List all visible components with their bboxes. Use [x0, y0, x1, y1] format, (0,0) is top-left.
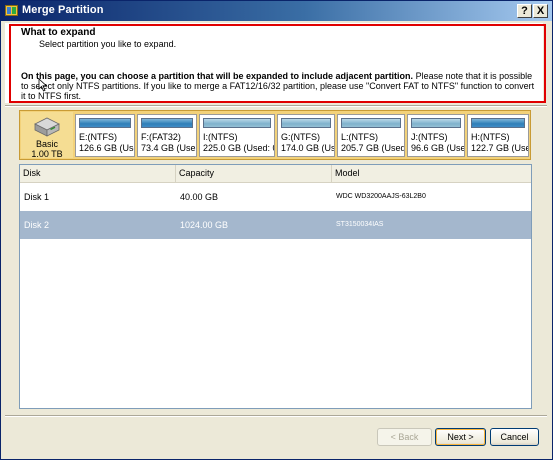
partition-size: 122.7 GB (Use [471, 143, 529, 153]
merge-partition-dialog: Merge Partition ? X What to expand Selec… [0, 0, 553, 460]
disk-size-label: 1.00 TB [31, 149, 63, 159]
hard-disk-icon [34, 117, 60, 137]
partition-usage-bar [141, 118, 193, 128]
partition-l[interactable]: L:(NTFS) 205.7 GB (Used [337, 114, 405, 157]
partition-name: H:(NTFS) [471, 132, 510, 142]
partition-size: 96.6 GB (Use [411, 143, 465, 153]
partition-usage-bar [341, 118, 401, 128]
partition-name: L:(NTFS) [341, 132, 378, 142]
mouse-cursor-icon [38, 78, 48, 92]
cell-disk: Disk 2 [24, 220, 50, 230]
cell-capacity: 1024.00 GB [180, 220, 229, 230]
cell-model: ST3150034IAS [336, 221, 384, 228]
cell-disk: Disk 1 [24, 192, 50, 202]
table-row-disk-1[interactable]: Disk 1 40.00 GB WDC WD3200AAJS-63L2B0 [20, 183, 531, 211]
table-header: Disk Capacity Model [20, 165, 531, 183]
column-header-capacity[interactable]: Capacity [176, 165, 332, 182]
header-separator [5, 105, 547, 107]
partition-size: 174.0 GB (Use [281, 143, 335, 153]
partition-e[interactable]: E:(NTFS) 126.6 GB (Use [75, 114, 135, 157]
app-icon [5, 5, 18, 16]
back-button[interactable]: < Back [377, 428, 432, 446]
disk-map: Basic 1.00 TB E:(NTFS) 126.6 GB (Use F:(… [19, 110, 531, 160]
column-header-model[interactable]: Model [332, 165, 531, 182]
partition-j[interactable]: J:(NTFS) 96.6 GB (Use [407, 114, 465, 157]
column-header-disk[interactable]: Disk [20, 165, 176, 182]
footer-separator [5, 415, 547, 417]
partition-g[interactable]: G:(NTFS) 174.0 GB (Use [277, 114, 335, 157]
partition-name: J:(NTFS) [411, 132, 448, 142]
disk-table[interactable]: Disk Capacity Model Disk 1 40.00 GB WDC … [19, 164, 532, 409]
partition-i[interactable]: I:(NTFS) 225.0 GB (Used: 0 [199, 114, 275, 157]
partition-f[interactable]: F:(FAT32) 73.4 GB (Use [137, 114, 197, 157]
next-button[interactable]: Next > [435, 428, 486, 446]
disk-basic-block[interactable]: Basic 1.00 TB [21, 112, 73, 159]
partition-size: 126.6 GB (Use [79, 143, 135, 153]
partition-h[interactable]: H:(NTFS) 122.7 GB (Use [467, 114, 529, 157]
partition-size: 73.4 GB (Use [141, 143, 196, 153]
highlight-frame [9, 24, 546, 103]
partition-size: 225.0 GB (Used: 0 [203, 143, 275, 153]
cancel-button[interactable]: Cancel [490, 428, 539, 446]
partition-name: I:(NTFS) [203, 132, 238, 142]
title-bar[interactable]: Merge Partition ? X [1, 1, 552, 21]
disk-type-label: Basic [35, 139, 58, 149]
window-title: Merge Partition [22, 4, 104, 16]
partition-usage-bar [471, 118, 525, 128]
partition-size: 205.7 GB (Used [341, 143, 405, 153]
partition-usage-bar [79, 118, 131, 128]
partition-usage-bar [281, 118, 331, 128]
partition-name: F:(FAT32) [141, 132, 181, 142]
partition-usage-bar [203, 118, 271, 128]
table-row-disk-2[interactable]: Disk 2 1024.00 GB ST3150034IAS [20, 211, 531, 239]
close-button[interactable]: X [533, 4, 548, 18]
partition-usage-bar [411, 118, 461, 128]
partition-name: G:(NTFS) [281, 132, 320, 142]
help-button[interactable]: ? [517, 4, 532, 18]
partition-name: E:(NTFS) [79, 132, 117, 142]
cell-model: WDC WD3200AAJS-63L2B0 [336, 193, 426, 200]
cell-capacity: 40.00 GB [180, 192, 219, 202]
